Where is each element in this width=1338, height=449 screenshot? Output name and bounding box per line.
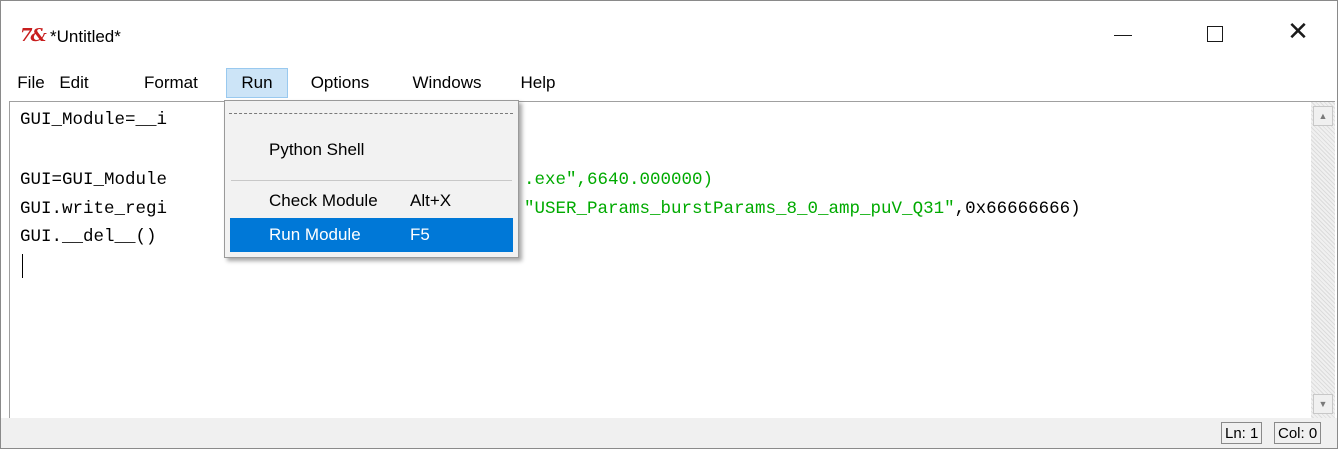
menu-item-run-module[interactable]: Run Module F5 xyxy=(230,218,513,252)
menu-tearoff-line[interactable] xyxy=(229,113,513,114)
scroll-down-button[interactable]: ▼ xyxy=(1313,394,1333,414)
column-indicator: Col: 0 xyxy=(1274,422,1322,444)
menu-item-label: Check Module xyxy=(269,191,378,210)
code-text: ,0x66666666) xyxy=(954,199,1081,219)
menu-format[interactable]: Format xyxy=(100,68,216,98)
code-line-4-tail: "USER_Params_burstParams_8_0_amp_puV_Q31… xyxy=(524,198,1081,220)
menu-bar: File Edit Format Run Options Windows Hel… xyxy=(1,65,1337,101)
code-line-3: GUI=GUI_Module xyxy=(20,170,168,190)
tk-feather-icon: 7& xyxy=(20,25,47,46)
close-icon: ✕ xyxy=(1287,17,1309,47)
menu-options[interactable]: Options xyxy=(299,68,381,98)
menu-run[interactable]: Run xyxy=(226,68,288,98)
menu-edit[interactable]: Edit xyxy=(56,68,92,98)
maximize-icon xyxy=(1207,26,1223,42)
menu-item-shortcut: Alt+X xyxy=(410,191,452,210)
code-line-1: GUI_Module=__i xyxy=(20,110,168,130)
vertical-scrollbar[interactable]: ▲ ▼ xyxy=(1311,101,1335,419)
run-menu-dropdown: Python Shell Check Module Alt+X Run Modu… xyxy=(224,100,519,258)
menu-file[interactable]: File xyxy=(14,68,48,98)
code-line-3-tail: .exe",6640.000000) xyxy=(524,169,713,191)
text-cursor xyxy=(22,254,23,278)
code-editor[interactable]: GUI_Module=__i GUI=GUI_Module .exe",6640… xyxy=(9,101,1312,418)
code-line-5: GUI.__del__() xyxy=(20,227,157,247)
line-indicator: Ln: 1 xyxy=(1221,422,1263,444)
code-string: .exe",6640.000000) xyxy=(524,170,714,190)
scroll-up-button[interactable]: ▲ xyxy=(1313,106,1333,126)
menu-item-python-shell[interactable]: Python Shell xyxy=(230,133,513,167)
arrow-down-icon: ▼ xyxy=(1318,399,1328,409)
maximize-button[interactable] xyxy=(1169,1,1261,65)
close-button[interactable]: ✕ xyxy=(1259,1,1337,65)
menu-item-check-module[interactable]: Check Module Alt+X xyxy=(230,184,513,218)
menu-help[interactable]: Help xyxy=(514,68,562,98)
title-bar[interactable]: 7& *Untitled* ✕ xyxy=(1,1,1337,65)
arrow-up-icon: ▲ xyxy=(1318,111,1328,121)
minimize-icon xyxy=(1114,34,1132,36)
menu-separator xyxy=(231,180,512,181)
code-string: "USER_Params_burstParams_8_0_amp_puV_Q31… xyxy=(524,199,955,219)
idle-editor-window: 7& *Untitled* ✕ File Edit Format Run Opt… xyxy=(0,0,1338,449)
minimize-button[interactable] xyxy=(1077,1,1169,65)
code-line-4: GUI.write_regi xyxy=(20,199,168,219)
menu-item-label: Python Shell xyxy=(269,140,365,159)
menu-item-label: Run Module xyxy=(269,225,361,244)
menu-item-shortcut: F5 xyxy=(410,225,430,244)
menu-windows[interactable]: Windows xyxy=(401,68,493,98)
window-title: *Untitled* xyxy=(50,27,121,46)
status-bar: Ln: 1 Col: 0 xyxy=(1,418,1337,448)
